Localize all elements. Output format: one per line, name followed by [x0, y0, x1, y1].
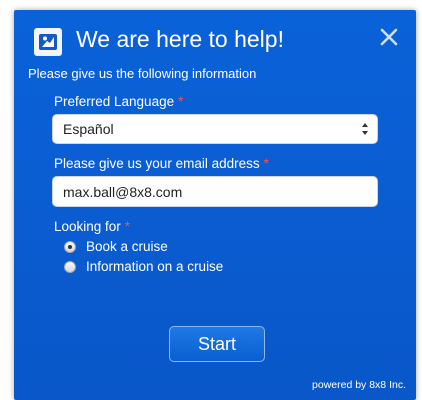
language-select-value: Español — [63, 121, 114, 137]
radio-book-cruise[interactable]: Book a cruise — [64, 239, 168, 254]
email-label-text: Please give us your email address — [54, 156, 260, 171]
radio-label: Information on a cruise — [86, 259, 224, 274]
widget-title: We are here to help! — [76, 26, 284, 52]
chat-agent-icon — [34, 28, 62, 56]
radio-button[interactable] — [64, 260, 76, 273]
powered-by-text: powered by 8x8 Inc. — [312, 379, 406, 391]
form-intro-text: Please give us the following information — [28, 66, 257, 81]
language-label-text: Preferred Language — [54, 94, 175, 109]
radio-button-checked[interactable] — [64, 240, 76, 253]
language-select[interactable]: Español — [52, 114, 378, 144]
looking-for-label-text: Looking for — [54, 219, 121, 234]
email-field[interactable] — [52, 176, 378, 207]
required-marker: * — [263, 156, 269, 171]
looking-for-label: Looking for * — [54, 219, 130, 234]
required-marker: * — [178, 94, 184, 109]
start-button[interactable]: Start — [169, 326, 265, 362]
radio-label: Book a cruise — [86, 239, 168, 254]
close-icon[interactable] — [378, 26, 400, 48]
language-label: Preferred Language * — [54, 94, 183, 109]
email-label: Please give us your email address * — [54, 156, 269, 171]
required-marker: * — [124, 219, 131, 234]
select-arrows-icon — [362, 123, 368, 135]
radio-info-cruise[interactable]: Information on a cruise — [64, 259, 223, 274]
chat-widget-panel: We are here to help! Please give us the … — [14, 10, 416, 400]
